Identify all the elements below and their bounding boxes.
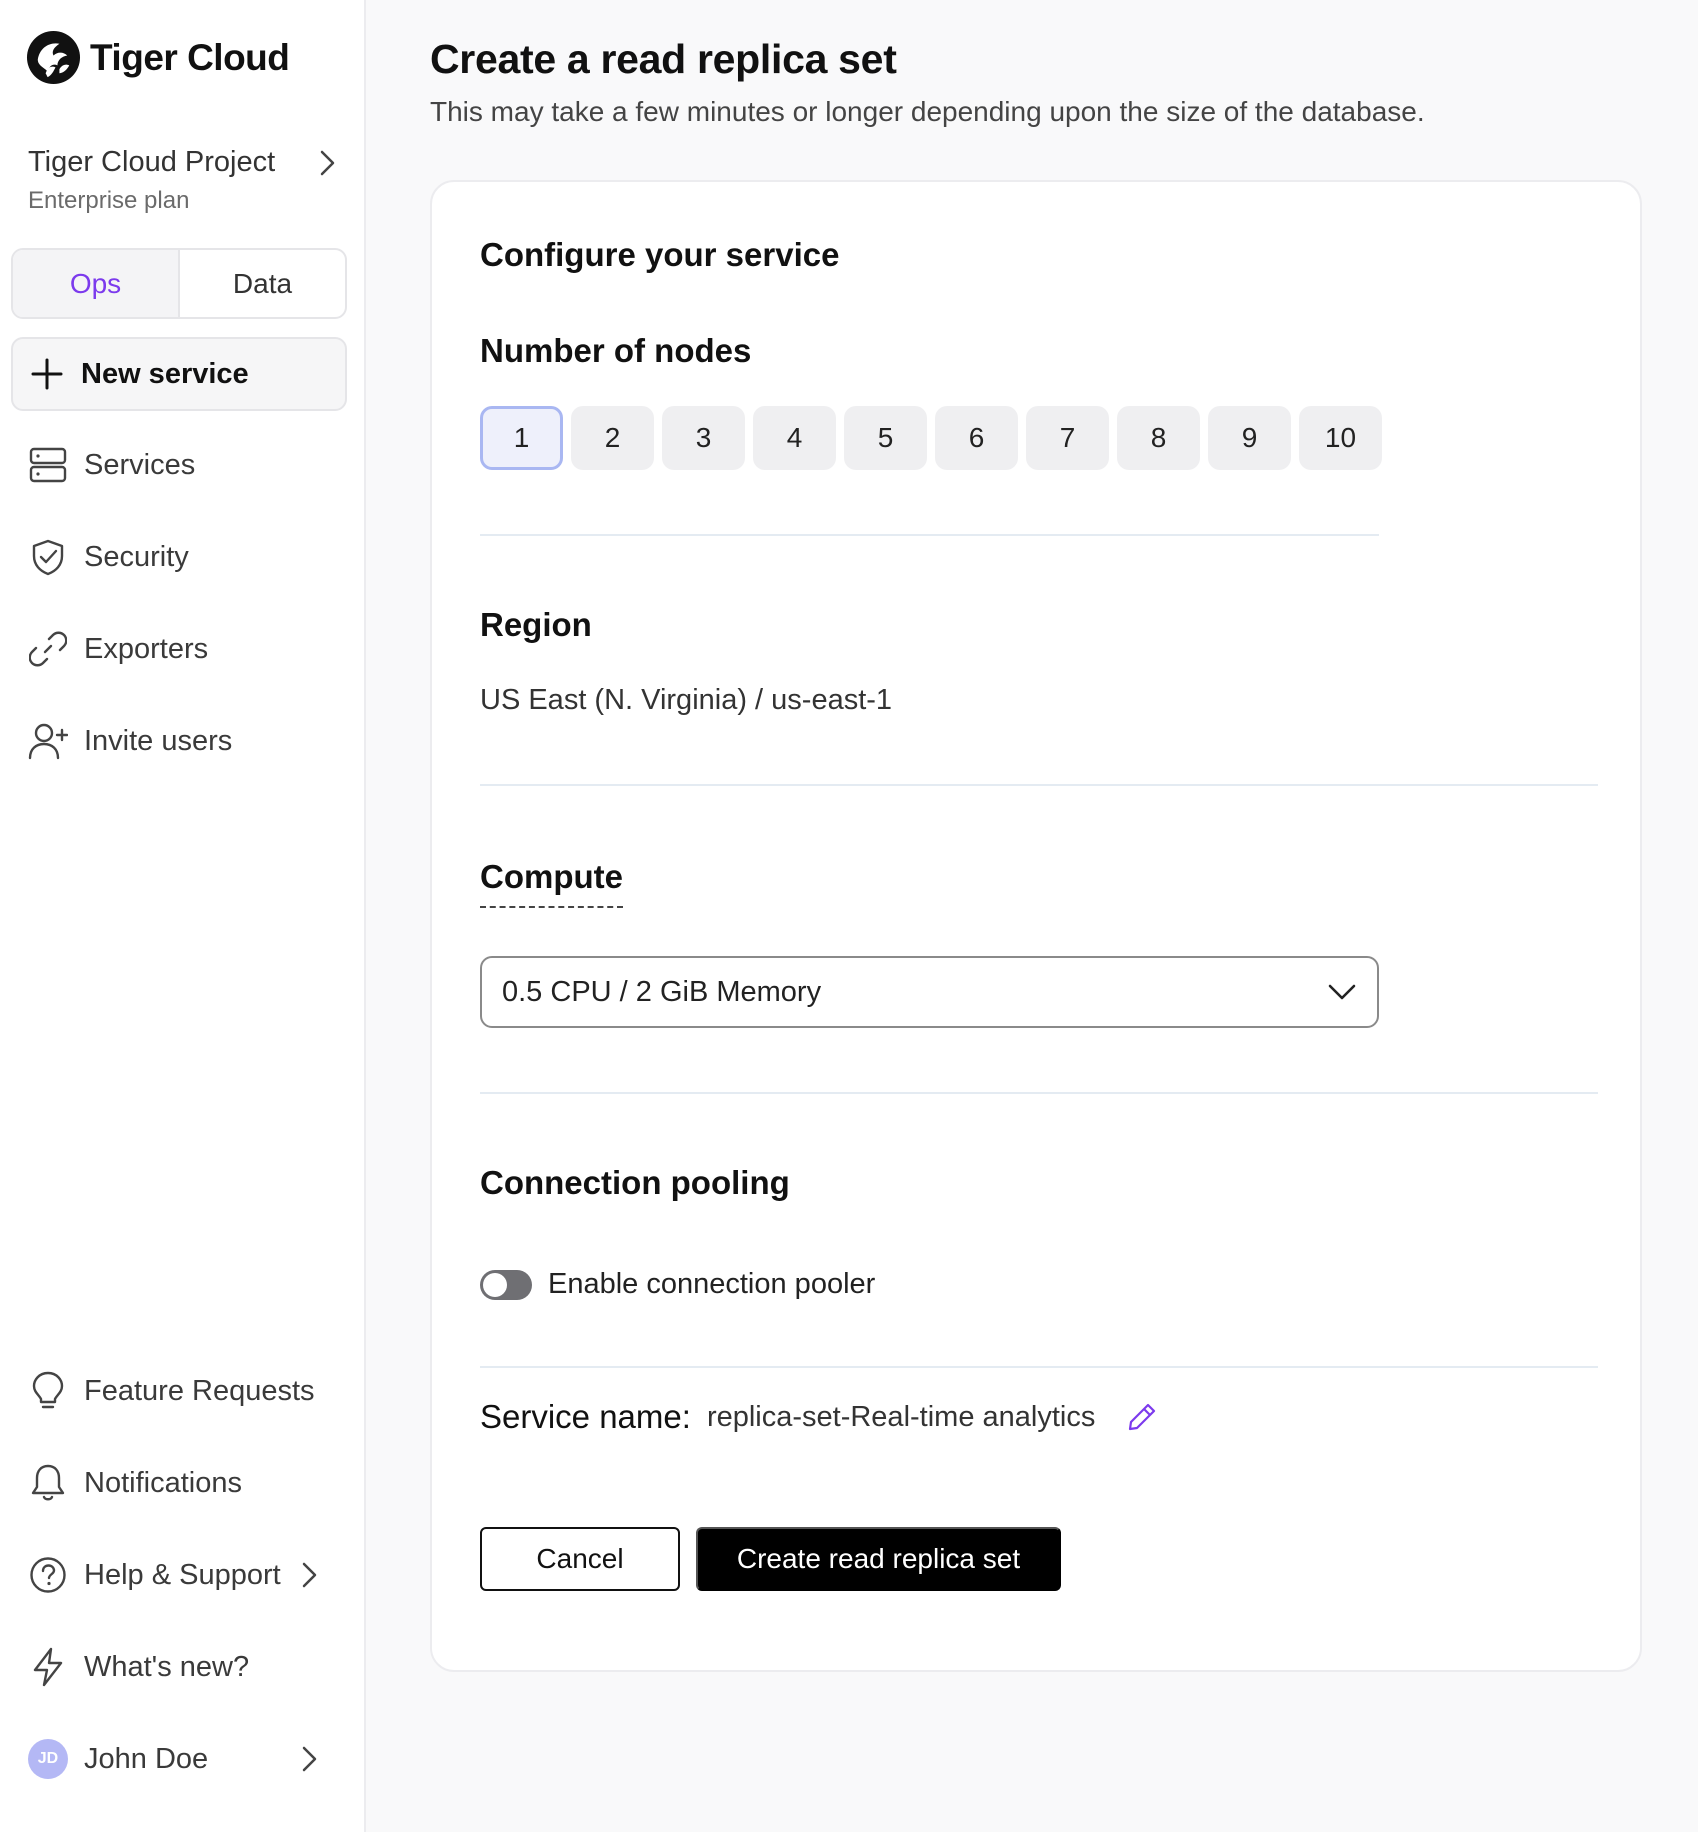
- avatar: JD: [28, 1739, 68, 1779]
- compute-select[interactable]: 0.5 CPU / 2 GiB Memory: [480, 956, 1379, 1028]
- compute-select-value: 0.5 CPU / 2 GiB Memory: [502, 975, 822, 1008]
- brand-logo[interactable]: Tiger Cloud: [26, 30, 290, 85]
- page-title: Create a read replica set: [430, 36, 897, 82]
- sidebar-item-label: Notifications: [84, 1466, 242, 1499]
- service-name-row: Service name: replica-set-Real-time anal…: [480, 1398, 1157, 1436]
- node-count-selector: 1 2 3 4 5 6 7 8 9 10: [480, 406, 1390, 470]
- sidebar-item-label: Exporters: [84, 632, 209, 665]
- project-switcher[interactable]: Tiger Cloud Project Enterprise plan: [28, 146, 338, 215]
- region-label: Region: [480, 606, 592, 643]
- user-plus-icon: [28, 721, 68, 761]
- chevron-right-icon: [320, 150, 335, 175]
- brand-name: Tiger Cloud: [90, 36, 290, 78]
- sidebar-item-label: Services: [84, 448, 196, 481]
- node-option-1[interactable]: 1: [480, 406, 563, 470]
- node-option-5[interactable]: 5: [844, 406, 927, 470]
- user-name: John Doe: [84, 1742, 209, 1775]
- bell-icon: [28, 1463, 68, 1503]
- divider: [480, 1092, 1598, 1094]
- sidebar-item-label: Security: [84, 540, 189, 573]
- user-menu[interactable]: JD John Doe: [28, 1734, 338, 1784]
- lightning-icon: [28, 1647, 68, 1687]
- server-icon: [28, 445, 68, 485]
- new-service-button[interactable]: New service: [11, 337, 347, 411]
- lightbulb-icon: [28, 1371, 68, 1411]
- new-service-label: New service: [81, 357, 249, 390]
- pooler-toggle-label: Enable connection pooler: [548, 1268, 876, 1300]
- sidebar-item-exporters[interactable]: Exporters: [28, 624, 208, 674]
- link-icon: [28, 629, 68, 669]
- region-value: US East (N. Virginia) / us-east-1: [480, 684, 893, 716]
- tiger-logo-icon: [26, 30, 81, 85]
- cancel-button[interactable]: Cancel: [480, 1527, 680, 1591]
- compute-label: Compute: [480, 858, 623, 908]
- sidebar-item-notifications[interactable]: Notifications: [28, 1458, 242, 1508]
- divider: [480, 534, 1379, 536]
- pencil-icon[interactable]: [1127, 1402, 1157, 1432]
- sidebar-item-services[interactable]: Services: [28, 440, 195, 490]
- sidebar-item-feature-requests[interactable]: Feature Requests: [28, 1366, 315, 1416]
- help-circle-icon: [28, 1555, 68, 1595]
- divider: [480, 1366, 1598, 1368]
- node-option-7[interactable]: 7: [1026, 406, 1109, 470]
- node-option-8[interactable]: 8: [1117, 406, 1200, 470]
- node-option-6[interactable]: 6: [935, 406, 1018, 470]
- pooler-toggle-row: Enable connection pooler: [480, 1268, 875, 1301]
- shield-check-icon: [28, 537, 68, 577]
- node-option-3[interactable]: 3: [662, 406, 745, 470]
- sidebar-item-help-support[interactable]: Help & Support: [28, 1550, 338, 1600]
- tab-ops[interactable]: Ops: [13, 250, 180, 317]
- node-option-10[interactable]: 10: [1299, 406, 1382, 470]
- chevron-down-icon: [1328, 984, 1356, 1000]
- project-name: Tiger Cloud Project: [28, 146, 276, 178]
- project-plan: Enterprise plan: [28, 187, 190, 214]
- sidebar-item-label: Invite users: [84, 724, 233, 757]
- sidebar-item-label: Feature Requests: [84, 1374, 315, 1407]
- divider: [480, 784, 1598, 786]
- plus-icon: [31, 358, 63, 390]
- node-option-4[interactable]: 4: [753, 406, 836, 470]
- sidebar-item-label: Help & Support: [84, 1558, 281, 1591]
- chevron-right-icon: [302, 1746, 317, 1772]
- sidebar-item-label: What's new?: [84, 1650, 250, 1683]
- service-name-value: replica-set-Real-time analytics: [706, 1400, 1096, 1433]
- page-subtitle: This may take a few minutes or longer de…: [430, 96, 1425, 127]
- sidebar-item-invite-users[interactable]: Invite users: [28, 716, 232, 766]
- sidebar-item-whats-new[interactable]: What's new?: [28, 1642, 249, 1692]
- node-option-2[interactable]: 2: [571, 406, 654, 470]
- pooler-toggle[interactable]: [480, 1269, 532, 1300]
- pooling-label: Connection pooling: [480, 1164, 790, 1201]
- create-read-replica-set-button[interactable]: Create read replica set: [696, 1527, 1061, 1591]
- chevron-right-icon: [302, 1562, 317, 1588]
- tab-data[interactable]: Data: [180, 250, 345, 317]
- mode-switch: Ops Data: [11, 248, 347, 319]
- nodes-label: Number of nodes: [480, 332, 752, 369]
- service-name-label: Service name:: [480, 1398, 691, 1435]
- configure-heading: Configure your service: [480, 236, 840, 273]
- node-option-9[interactable]: 9: [1208, 406, 1291, 470]
- sidebar-item-security[interactable]: Security: [28, 532, 189, 582]
- sidebar: Tiger Cloud Tiger Cloud Project Enterpri…: [0, 0, 366, 1832]
- config-card: Configure your service Number of nodes 1…: [430, 180, 1642, 1672]
